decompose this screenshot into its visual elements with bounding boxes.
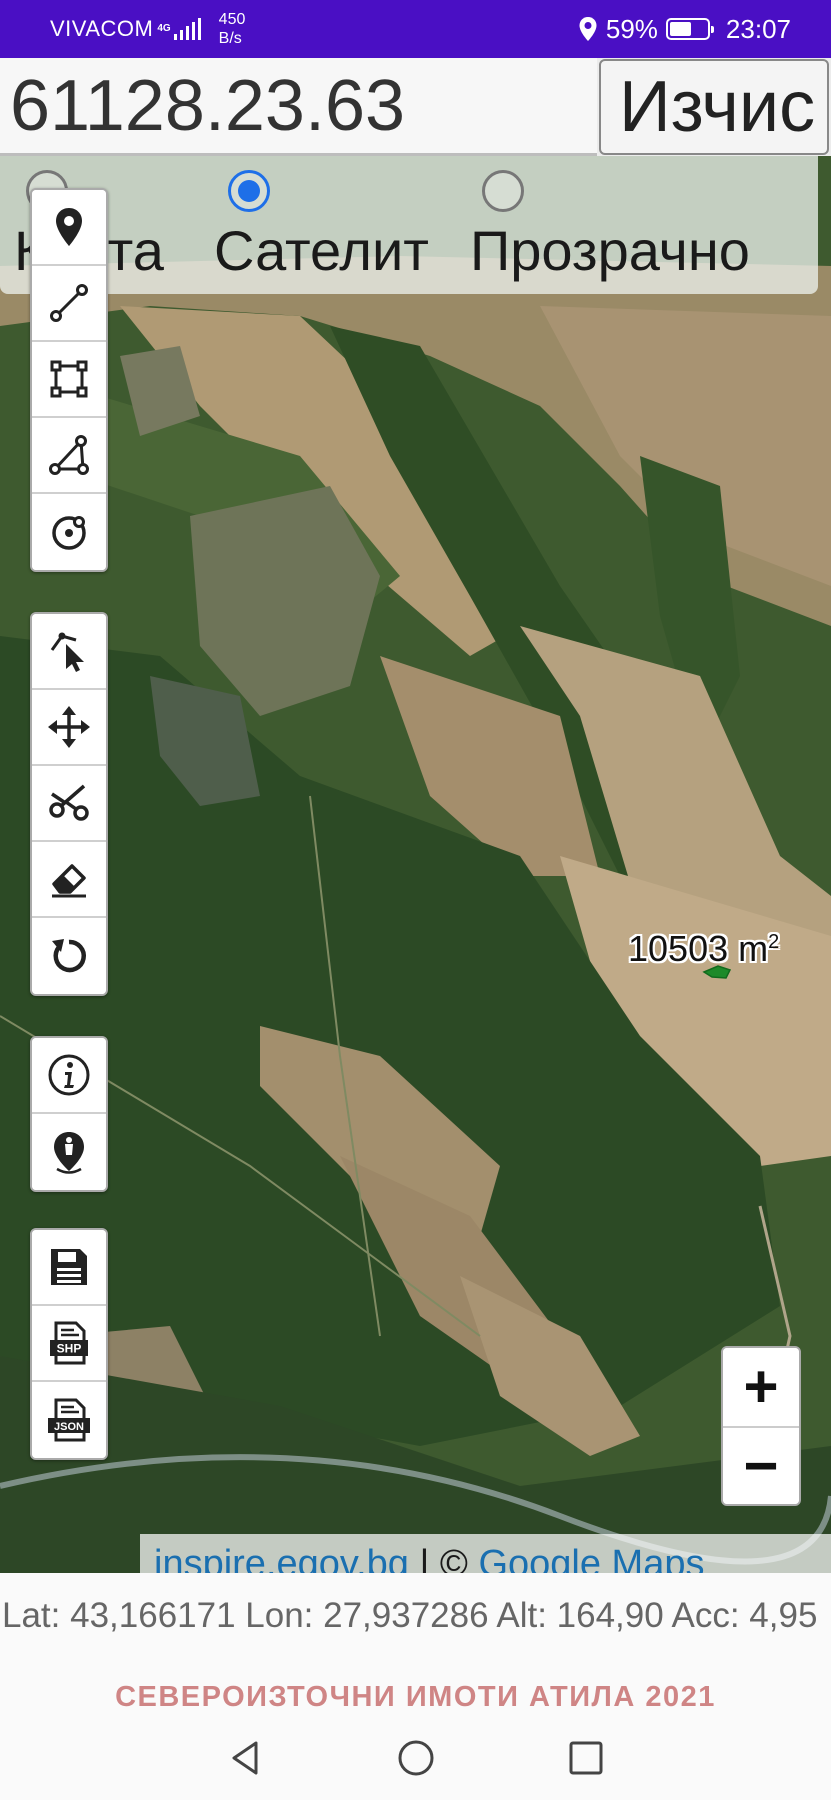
layer-radio-satellite[interactable] <box>228 170 270 212</box>
polygon-tool-button[interactable] <box>32 342 106 418</box>
export-toolbar: SHP JSON <box>30 1228 108 1460</box>
inspire-link[interactable]: inspire.egov.bg <box>154 1543 409 1573</box>
recents-icon[interactable] <box>566 1738 606 1778</box>
layer-label-transparent[interactable]: Прозрачно <box>470 218 750 283</box>
eraser-tool-button[interactable] <box>32 842 106 918</box>
json-export-button[interactable]: JSON <box>32 1382 106 1458</box>
line-icon <box>50 284 88 322</box>
circle-tool-button[interactable] <box>32 494 106 570</box>
satellite-map[interactable]: Карта Сателит Прозрачно <box>0 156 831 1573</box>
signal-icon <box>173 18 201 40</box>
battery-percent: 59% <box>605 13 658 44</box>
my-location-button[interactable] <box>32 1114 106 1190</box>
calculate-button[interactable]: Изчис <box>599 59 829 155</box>
save-button[interactable] <box>32 1230 106 1306</box>
home-icon[interactable] <box>396 1738 436 1778</box>
network-type: 4G <box>157 23 171 34</box>
position-panel: Lat: 43,166171 Lon: 27,937286 Alt: 164,9… <box>0 1573 831 1715</box>
clock: 23:07 <box>725 13 791 44</box>
json-label: JSON <box>54 1421 84 1433</box>
polygon-icon <box>50 360 88 398</box>
draw-toolbar <box>30 188 108 572</box>
my-location-icon <box>54 1132 84 1174</box>
marker-icon <box>56 208 82 246</box>
shp-export-icon: SHP <box>50 1321 88 1365</box>
move-tool-button[interactable] <box>32 690 106 766</box>
back-icon[interactable] <box>226 1738 266 1778</box>
shp-export-button[interactable]: SHP <box>32 1306 106 1382</box>
shp-label: SHP <box>57 1342 82 1356</box>
zoom-control: + − <box>721 1346 801 1506</box>
select-tool-button[interactable] <box>32 614 106 690</box>
select-icon <box>50 632 84 672</box>
cut-icon <box>49 784 89 821</box>
map-layer-selector: Карта Сателит Прозрачно <box>0 156 818 294</box>
system-nav-bar <box>0 1715 831 1800</box>
network-speed: 450 B/s <box>218 11 246 47</box>
circle-icon <box>52 516 86 550</box>
move-icon <box>48 706 90 748</box>
measured-polygon[interactable] <box>700 962 734 982</box>
app-screen: VIVACOM 4G 450 B/s 59% 23:07 Изчис <box>0 0 831 1800</box>
line-tool-button[interactable] <box>32 266 106 342</box>
json-export-icon: JSON <box>48 1398 90 1442</box>
marker-tool-button[interactable] <box>32 190 106 266</box>
save-icon <box>51 1249 87 1285</box>
eraser-icon <box>52 864 86 898</box>
info-icon <box>48 1054 90 1096</box>
battery-icon <box>665 18 714 40</box>
angle-tool-button[interactable] <box>32 418 106 494</box>
map-attribution: inspire.egov.bg | © Google Maps <box>140 1534 831 1573</box>
layer-radio-transparent[interactable] <box>482 170 524 212</box>
carrier-name: VIVACOM <box>50 16 154 41</box>
edit-toolbar <box>30 612 108 996</box>
gps-coordinates: Lat: 43,166171 Lon: 27,937286 Alt: 164,9… <box>2 1596 818 1635</box>
status-bar: VIVACOM 4G 450 B/s 59% 23:07 <box>0 0 831 58</box>
layer-label-satellite[interactable]: Сателит <box>214 218 429 283</box>
info-toolbar <box>30 1036 108 1192</box>
attribution-separator: | © <box>408 1543 479 1573</box>
area-input-row: Изчис <box>0 58 831 156</box>
brand-footer: СЕВЕРОИЗТОЧНИ ИМОТИ АТИЛА 2021 <box>115 1681 716 1713</box>
location-icon <box>579 17 597 41</box>
zoom-in-button[interactable]: + <box>723 1348 799 1426</box>
undo-tool-button[interactable] <box>32 918 106 994</box>
zoom-out-button[interactable]: − <box>723 1426 799 1504</box>
satellite-imagery <box>0 156 831 1573</box>
google-maps-link[interactable]: Google Maps <box>478 1543 704 1573</box>
undo-icon <box>52 939 86 973</box>
cut-tool-button[interactable] <box>32 766 106 842</box>
angle-icon <box>49 435 89 475</box>
area-input[interactable] <box>0 58 597 156</box>
info-button[interactable] <box>32 1038 106 1114</box>
